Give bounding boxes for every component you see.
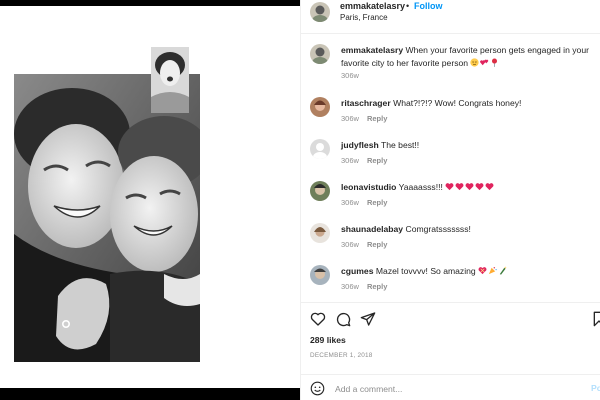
comment-age: 306w <box>341 240 359 249</box>
comment-text-block: shaunadelabay Comgratsssssss! <box>341 223 599 236</box>
commenter-avatar[interactable] <box>310 223 330 243</box>
post-action-bar <box>301 302 600 332</box>
red-heart-icon <box>445 182 454 195</box>
party-popper-icon <box>488 266 497 279</box>
reply-button[interactable]: Reply <box>367 156 387 165</box>
separator-dot: • <box>406 1 410 11</box>
reply-button[interactable]: Reply <box>367 198 387 207</box>
revolving-hearts-icon <box>480 58 489 71</box>
likes-count[interactable]: 289 likes <box>310 335 346 345</box>
relieved-face-icon <box>470 57 480 71</box>
red-heart-icon <box>465 182 474 195</box>
round-pushpin-icon <box>490 58 499 71</box>
comment-text-block: leonavistudio Yaaaasss!!! <box>341 181 599 195</box>
caption-username[interactable]: emmakatelasry <box>341 45 403 55</box>
reply-button[interactable]: Reply <box>367 114 387 123</box>
comment-input[interactable] <box>335 381 575 396</box>
champagne-icon <box>498 266 507 279</box>
comment-text-block: judyflesh The best!! <box>341 139 599 152</box>
red-heart-icon <box>455 182 464 195</box>
heart-outline-icon[interactable] <box>310 311 326 327</box>
comment-meta: 306w Reply <box>341 114 387 123</box>
comment-text: Mazel tovvvv! So amazing <box>375 266 476 276</box>
author-username[interactable]: emmakatelasry <box>340 1 405 11</box>
comment-meta: 306w Reply <box>341 156 387 165</box>
follow-button[interactable]: Follow <box>414 1 443 11</box>
comment-age: 306w <box>341 282 359 291</box>
comment-text-block: ritaschrager What?!?!? Wow! Congrats hon… <box>341 97 599 110</box>
post-media[interactable] <box>0 0 300 400</box>
red-heart-icon <box>485 182 494 195</box>
comment-meta: 306w Reply <box>341 282 387 291</box>
comment-meta: 306w Reply <box>341 240 387 249</box>
post-date: DECEMBER 1, 2018 <box>310 352 373 359</box>
comment-text: Yaaaasss!!! <box>398 182 443 192</box>
reply-button[interactable]: Reply <box>367 240 387 249</box>
paper-plane-icon[interactable] <box>360 311 376 327</box>
media-letterbox-top <box>0 0 300 6</box>
commenter-avatar[interactable] <box>310 265 330 285</box>
caption-text-block: emmakatelasry When your favorite person … <box>341 44 599 70</box>
comment-bubble-icon[interactable] <box>335 311 351 327</box>
comment-text-block: cgumes Mazel tovvvv! So amazing <box>341 265 599 279</box>
caption-meta: 306w <box>341 71 359 80</box>
comment-meta: 306w Reply <box>341 198 387 207</box>
comment-text: The best!! <box>380 140 420 150</box>
reply-button[interactable]: Reply <box>367 282 387 291</box>
add-comment-bar: Po <box>301 374 600 400</box>
comment-username[interactable]: ritaschrager <box>341 98 391 108</box>
post-header: emmakatelasry • Follow Paris, France <box>301 0 600 34</box>
smiley-icon[interactable] <box>310 381 325 396</box>
post-location[interactable]: Paris, France <box>340 13 388 22</box>
comment-age: 306w <box>341 198 359 207</box>
commenter-avatar-default[interactable] <box>310 139 330 159</box>
couple-photo <box>14 74 200 362</box>
comment-username[interactable]: leonavistudio <box>341 182 396 192</box>
caption-age: 306w <box>341 71 359 80</box>
comment-username[interactable]: judyflesh <box>341 140 379 150</box>
commenter-avatar[interactable] <box>310 97 330 117</box>
inset-selfie-photo <box>151 47 189 113</box>
post-comment-button[interactable]: Po <box>591 383 600 393</box>
caption-author-avatar[interactable] <box>310 44 330 64</box>
author-avatar[interactable] <box>310 2 330 22</box>
post-side-panel: emmakatelasry • Follow Paris, France emm… <box>300 0 600 400</box>
comment-username[interactable]: cgumes <box>341 266 373 276</box>
comment-age: 306w <box>341 114 359 123</box>
heart-with-ribbon-icon <box>478 266 487 279</box>
commenter-avatar[interactable] <box>310 181 330 201</box>
comment-username[interactable]: shaunadelabay <box>341 224 403 234</box>
bookmark-icon[interactable] <box>591 311 600 327</box>
comment-age: 306w <box>341 156 359 165</box>
red-heart-icon <box>475 182 484 195</box>
media-letterbox-bottom <box>0 388 300 400</box>
comment-text: Comgratsssssss! <box>405 224 471 234</box>
comment-text: What?!?!? Wow! Congrats honey! <box>393 98 522 108</box>
